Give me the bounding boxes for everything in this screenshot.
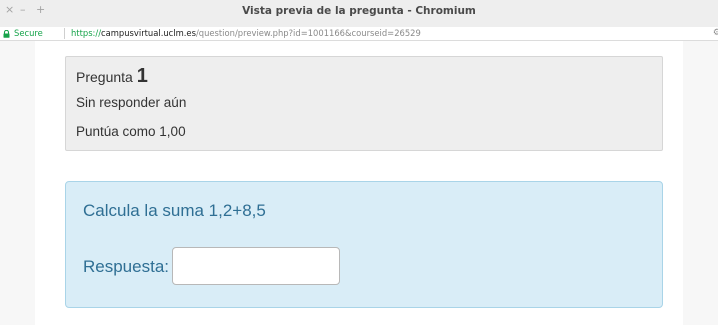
settings-icon[interactable]: ⚙	[713, 27, 718, 40]
url-text[interactable]: https://campusvirtual.uclm.es/question/p…	[71, 27, 421, 40]
question-state: Sin responder aún	[76, 95, 187, 110]
answer-label: Respuesta:	[83, 257, 169, 276]
question-formulation: Calcula la suma 1,2+8,5 Respuesta:	[65, 181, 663, 308]
question-grade: Puntúa como 1,00	[76, 124, 186, 139]
answer-input[interactable]	[172, 247, 340, 285]
question-number: 1	[136, 65, 148, 87]
address-separator	[64, 28, 65, 39]
window-titlebar: × – + Vista previa de la pregunta - Chro…	[0, 0, 718, 27]
question-text: Calcula la suma 1,2+8,5	[83, 201, 266, 220]
address-bar[interactable]: Secure https://campusvirtual.uclm.es/que…	[0, 27, 718, 41]
page-content: Pregunta 1 Sin responder aún Puntúa como…	[0, 41, 718, 325]
lock-icon	[3, 30, 10, 38]
window-title: Vista previa de la pregunta - Chromium	[242, 5, 476, 17]
question-heading: Pregunta 1	[76, 65, 148, 88]
url-path: /question/preview.php?id=1001166&coursei…	[195, 28, 421, 38]
url-host: campusvirtual.uclm.es	[101, 28, 196, 38]
question-label: Pregunta	[76, 69, 133, 85]
question-info-box: Pregunta 1 Sin responder aún Puntúa como…	[65, 56, 663, 151]
secure-label[interactable]: Secure	[14, 27, 43, 40]
url-scheme: https://	[71, 28, 102, 38]
page-panel: Pregunta 1 Sin responder aún Puntúa como…	[35, 41, 683, 325]
